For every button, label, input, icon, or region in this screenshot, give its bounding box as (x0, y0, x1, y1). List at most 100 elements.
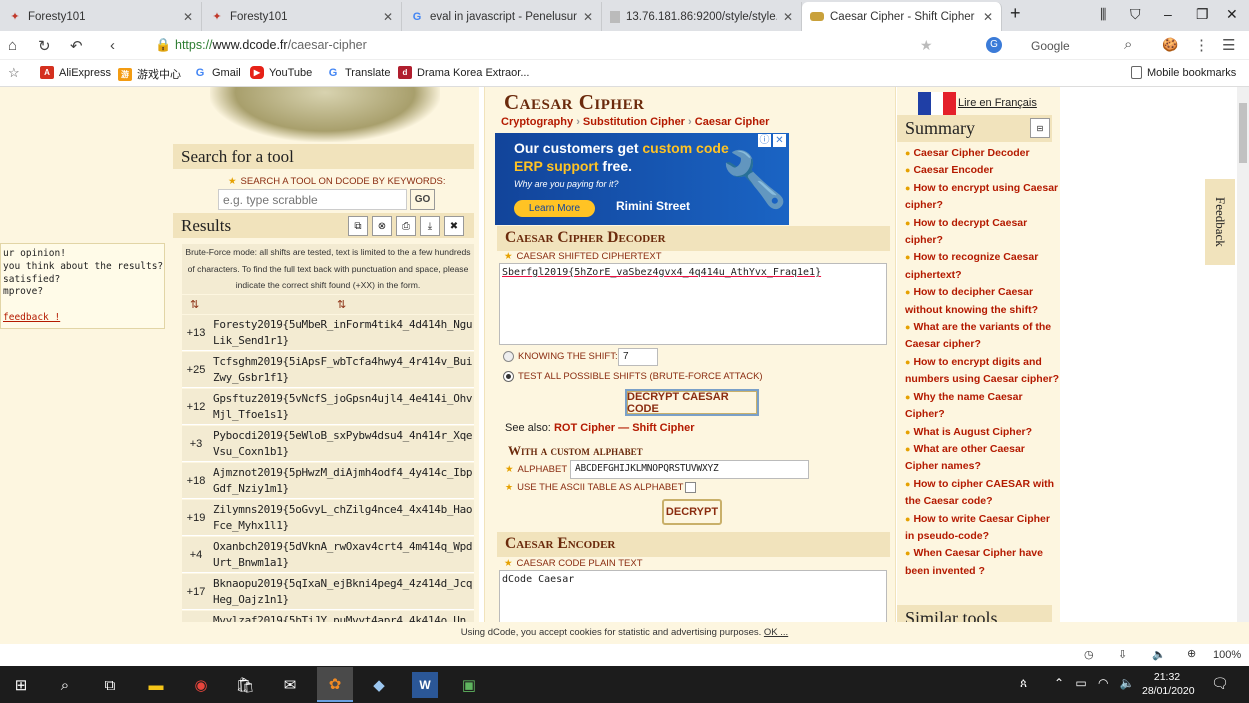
scrollbar-thumb[interactable] (1239, 103, 1247, 163)
ad-close-icon[interactable]: ✕ (773, 134, 786, 147)
close-window-icon[interactable]: ✕ (1226, 6, 1238, 23)
browser-tab[interactable]: G eval in javascript - Penelusuran ✕ (402, 2, 602, 31)
summary-item[interactable]: ● Caesar Encoder (905, 162, 1060, 179)
bookmark-translate[interactable]: G Translate (326, 66, 390, 79)
menu-icon[interactable]: ☰ (1222, 36, 1235, 54)
download-status-icon[interactable]: ⇩ (1118, 648, 1127, 661)
table-row[interactable]: +25 Tcfsghm2019{5iApsF_wbTcfa4hwy4_4r414v… (182, 352, 474, 388)
ad-learn-more-button[interactable]: Learn More (514, 200, 595, 217)
tray-icons[interactable]: ⌃ ▭ ◠ 🔈 (1054, 676, 1139, 690)
word-icon[interactable]: W (412, 672, 438, 698)
sort-shift-icon[interactable]: ⇅ (190, 298, 199, 311)
ciphertext-input[interactable]: Sberfgl2019{5hZorE_vaSbez4gvx4_4q414u_At… (499, 263, 887, 345)
search-tool-input[interactable] (218, 189, 407, 210)
copy-icon[interactable]: ⧉ (348, 216, 368, 236)
cookie-icon[interactable]: 🍪 (1162, 37, 1178, 53)
file-explorer-icon[interactable]: ▬ (143, 672, 169, 698)
shield-icon[interactable]: ⛉ (1130, 6, 1141, 23)
shift-input[interactable]: 7 (618, 348, 658, 366)
browser-tab[interactable]: ✦ Foresty101 ✕ (0, 2, 202, 31)
notification-icon[interactable]: 🗨 (1211, 675, 1229, 692)
breadcrumb-caesar[interactable]: Caesar Cipher (695, 116, 770, 128)
summary-item[interactable]: ● How to recognize Caesar ciphertext? (905, 249, 1060, 284)
app-icon[interactable]: ◆ (366, 672, 392, 698)
table-row[interactable]: Mvylzaf2019{5bTiJY_puMvyt4apr4_4k414o_Un (182, 611, 474, 622)
alphabet-input[interactable]: ABCDEFGHIJKLMNOPQRSTUVWXYZ (570, 460, 809, 479)
bruteforce-radio[interactable] (503, 371, 514, 382)
summary-item[interactable]: ● How to encrypt using Caesar cipher? (905, 180, 1060, 215)
clock[interactable]: 21:32 28/01/2020 (1142, 670, 1195, 698)
decrypt-caesar-button[interactable]: DECRYPT CAESAR CODE (625, 389, 759, 416)
table-row[interactable]: +4 Oxanbch2019{5dVknA_rwOxav4crt4_4m414q_… (182, 537, 474, 573)
bookmark-aliexpress[interactable]: A AliExpress (40, 66, 111, 79)
search-engine-field[interactable]: Google (1031, 39, 1070, 53)
bookmark-game-center[interactable]: 游游戏中心 (118, 66, 181, 82)
store-icon[interactable]: 🛍 (232, 672, 258, 698)
mail-icon[interactable]: ✉ (277, 672, 303, 698)
table-row[interactable]: +12 Gpsftuz2019{5vNcfS_joGpsn4ujl4_4e414i… (182, 389, 474, 425)
reload-icon[interactable]: ↻ (38, 37, 51, 55)
undo-icon[interactable]: ↶ (70, 37, 83, 55)
mobile-bookmarks[interactable]: Mobile bookmarks (1131, 66, 1236, 79)
table-row[interactable]: +13 Foresty2019{5uMbeR_inForm4tik4_4d414h… (182, 315, 474, 351)
known-shift-option[interactable]: KNOWING THE SHIFT: (503, 351, 618, 362)
summary-item[interactable]: ● What are the variants of the Caesar cip… (905, 319, 1060, 354)
table-row[interactable]: +17 Bknaopu2019{5qIxaN_ejBkni4peg4_4z414d… (182, 574, 474, 610)
minimize-icon[interactable]: – (1164, 6, 1172, 22)
table-row[interactable]: +3 Pybocdi2019{5eWloB_sxPybw4dsu4_4n414r_… (182, 426, 474, 462)
browser-tab-active[interactable]: Caesar Cipher - Shift Cipher - ✕ (802, 2, 1002, 31)
close-tab-icon[interactable]: ✕ (183, 10, 193, 24)
more-icon[interactable]: ⋮ (1194, 36, 1209, 54)
bookmark-star-icon[interactable]: ☆ (8, 65, 20, 81)
close-tab-icon[interactable]: ✕ (983, 10, 993, 24)
star-icon[interactable]: ★ (920, 37, 933, 54)
cookie-ok-link[interactable]: OK ... (764, 627, 788, 638)
uc-browser-icon[interactable]: ✿ (317, 667, 353, 702)
scrollbar[interactable] (1237, 87, 1249, 622)
share-icon[interactable]: ⊗ (372, 216, 392, 236)
search-icon[interactable]: ⌕ (1124, 36, 1132, 53)
browser-tab[interactable]: ✦ Foresty101 ✕ (202, 2, 402, 31)
feedback-link[interactable]: feedback ! (3, 312, 164, 325)
taskbar-search-icon[interactable]: ⌕ (52, 672, 78, 698)
sound-icon[interactable]: 🔈 (1152, 648, 1166, 661)
bookmark-gmail[interactable]: G Gmail (193, 66, 241, 79)
close-results-icon[interactable]: ✖ (444, 216, 464, 236)
close-tab-icon[interactable]: ✕ (783, 10, 793, 24)
summary-item[interactable]: ● Caesar Cipher Decoder (905, 145, 1060, 162)
table-row[interactable]: +18 Ajmznot2019{5pHwzM_diAjmh4odf4_4y414c… (182, 463, 474, 499)
person-icon[interactable]: ጰ (1020, 676, 1027, 691)
bookmark-youtube[interactable]: ▶ YouTube (250, 66, 312, 79)
history-icon[interactable]: ◷ (1084, 648, 1094, 661)
plaintext-input[interactable]: dCode Caesar (499, 570, 887, 622)
terminal-icon[interactable]: ▣ (456, 672, 482, 698)
dcode-logo[interactable] (210, 87, 440, 142)
chrome-icon[interactable]: ◉ (188, 672, 214, 698)
breadcrumb-substitution[interactable]: Substitution Cipher (583, 116, 685, 128)
sort-text-icon[interactable]: ⇅ (337, 298, 346, 311)
breadcrumb-cryptography[interactable]: Cryptography (501, 116, 573, 128)
url-field[interactable]: https://www.dcode.fr/caesar-cipher (175, 38, 367, 52)
zoom-icon[interactable]: ⊕ (1187, 647, 1196, 660)
bookmark-drama[interactable]: d Drama Korea Extraor... (398, 66, 530, 79)
known-shift-radio[interactable] (503, 351, 514, 362)
ad-info-icon[interactable]: ⓘ (758, 134, 771, 147)
download-icon[interactable]: ⤓ (420, 216, 440, 236)
tab-list-icon[interactable]: ⫼ (1100, 6, 1106, 23)
new-tab-icon[interactable]: + (1010, 3, 1021, 24)
table-row[interactable]: +19 Zilymns2019{5oGvyL_chZilg4nce4_4x414b… (182, 500, 474, 536)
task-view-icon[interactable]: ⧉ (97, 672, 123, 698)
advertisement[interactable]: Our customers get custom code ERP suppor… (495, 133, 789, 225)
summary-item[interactable]: ● What is August Cipher? (905, 424, 1060, 441)
french-link[interactable]: Lire en Français (958, 97, 1037, 109)
summary-item[interactable]: ● How to encrypt digits and numbers using… (905, 354, 1060, 389)
zoom-level[interactable]: 100% (1213, 649, 1241, 661)
print-icon[interactable]: ⎙ (396, 216, 416, 236)
ascii-checkbox[interactable] (685, 482, 697, 493)
windows-start-icon[interactable]: ⊞ (8, 672, 34, 698)
summary-item[interactable]: ● How to cipher CAESAR with the Caesar co… (905, 476, 1060, 511)
back-icon[interactable]: ‹ (110, 37, 115, 54)
summary-item[interactable]: ● Why the name Caesar Cipher? (905, 389, 1060, 424)
decrypt-button[interactable]: DECRYPT (662, 499, 722, 525)
shift-cipher-link[interactable]: Shift Cipher (632, 422, 694, 434)
